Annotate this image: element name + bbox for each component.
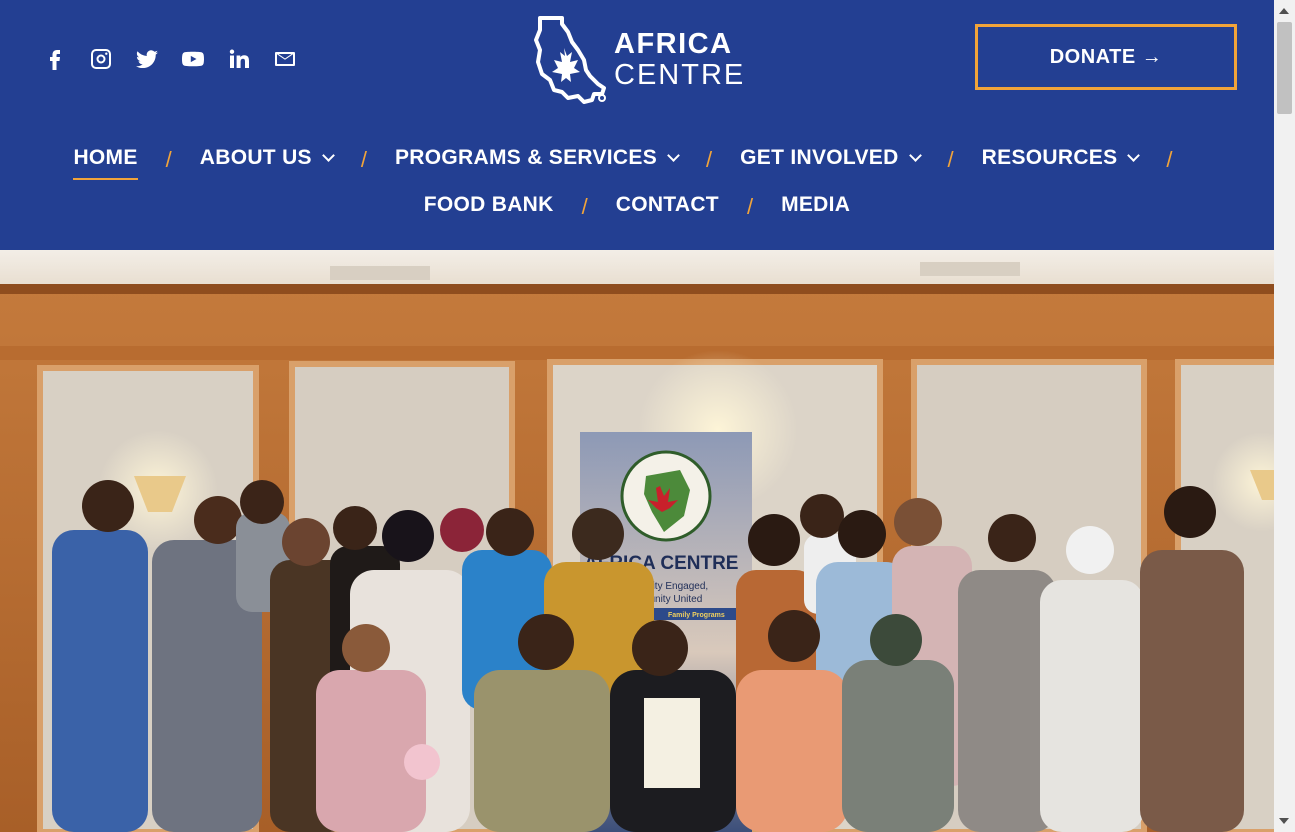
nav-separator: / (706, 147, 713, 172)
banner-band: Family Programs (668, 612, 725, 619)
nav-separator: / (581, 194, 588, 219)
chevron-down-icon (908, 149, 922, 162)
donate-button[interactable]: DONATE → (975, 24, 1237, 90)
instagram-icon[interactable] (86, 44, 116, 74)
nav-separator: / (360, 147, 367, 172)
mail-icon[interactable] (270, 44, 300, 74)
main-navigation: HOME / ABOUT US / PROGRAMS & SERVICES / … (0, 138, 1274, 229)
hero-image: AFRICA CENTRE Community Engaged, Communi… (0, 250, 1274, 832)
facebook-icon[interactable] (40, 44, 70, 74)
nav-item-label: PROGRAMS & SERVICES (394, 146, 658, 169)
group-photo: AFRICA CENTRE Community Engaged, Communi… (0, 250, 1274, 832)
youtube-icon[interactable] (178, 44, 208, 74)
nav-item-label: MEDIA (781, 193, 851, 216)
site-logo[interactable]: AFRICA CENTRE (532, 12, 747, 107)
nav-item-resources[interactable]: RESOURCES (981, 146, 1141, 174)
chevron-down-icon (1127, 149, 1141, 162)
site-header: AFRICA CENTRE DONATE → HOME / ABOUT US /… (0, 0, 1274, 250)
nav-item-food-bank[interactable]: FOOD BANK (424, 193, 554, 221)
social-links (40, 44, 300, 74)
nav-item-label: GET INVOLVED (740, 146, 899, 169)
nav-item-media[interactable]: MEDIA (781, 193, 850, 221)
chevron-down-icon (321, 149, 335, 162)
nav-item-contact[interactable]: CONTACT (616, 193, 719, 221)
twitter-icon[interactable] (132, 44, 162, 74)
nav-row-1: HOME / ABOUT US / PROGRAMS & SERVICES / … (0, 138, 1274, 182)
nav-separator: / (947, 147, 954, 172)
scroll-up-arrow-icon[interactable] (1279, 8, 1289, 14)
logo-line-1: AFRICA (614, 27, 733, 60)
nav-item-label: FOOD BANK (423, 193, 554, 216)
nav-item-programs-services[interactable]: PROGRAMS & SERVICES (394, 146, 680, 174)
logo-line-2: CENTRE (614, 58, 746, 91)
nav-separator: / (746, 194, 754, 219)
nav-item-label: RESOURCES (981, 146, 1118, 169)
linkedin-icon[interactable] (224, 44, 254, 74)
chevron-down-icon (667, 149, 680, 162)
scroll-down-arrow-icon[interactable] (1279, 818, 1289, 824)
nav-item-label: ABOUT US (199, 146, 312, 169)
alberta-maple-leaf-icon (534, 15, 606, 104)
nav-item-label: HOME (73, 146, 138, 169)
nav-row-2: FOOD BANK / CONTACT / MEDIA (0, 185, 1274, 229)
nav-item-get-involved[interactable]: GET INVOLVED (740, 146, 922, 174)
nav-item-about-us[interactable]: ABOUT US (199, 146, 335, 174)
page-scrollbar[interactable] (1274, 0, 1295, 832)
scroll-thumb[interactable] (1277, 22, 1292, 114)
nav-separator: / (1166, 147, 1173, 172)
nav-separator: / (165, 147, 172, 172)
nav-item-home[interactable]: HOME (73, 146, 138, 180)
nav-item-label: CONTACT (615, 193, 719, 216)
